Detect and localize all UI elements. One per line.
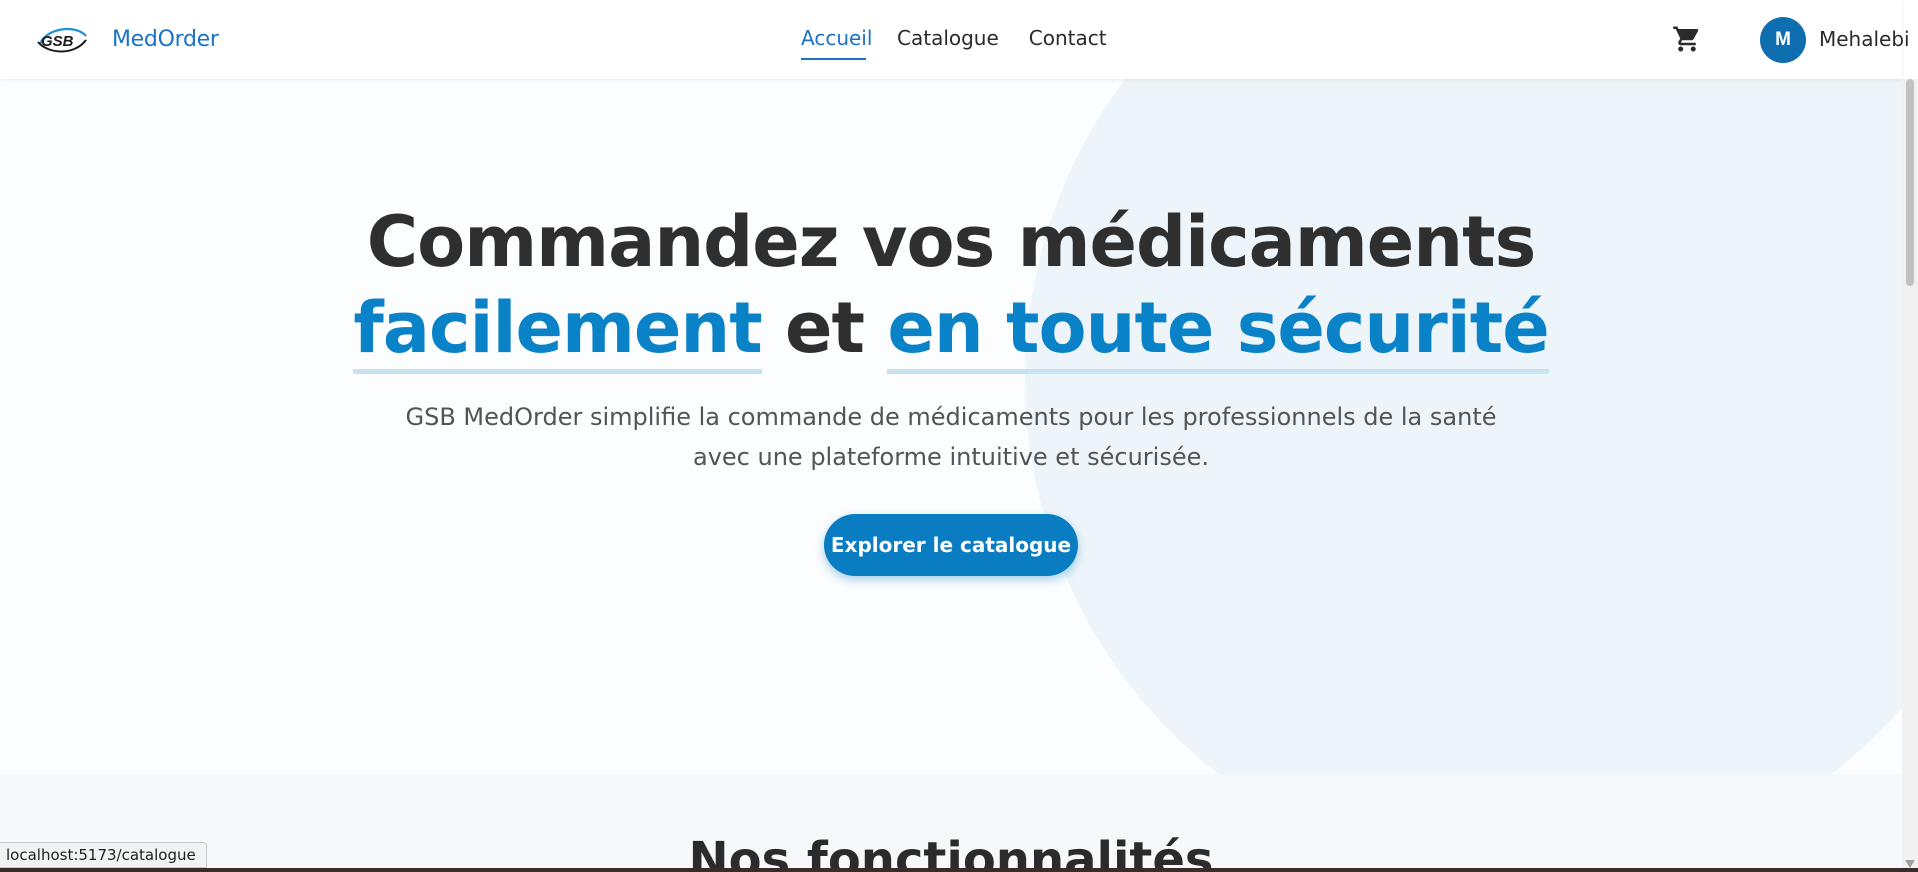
page-scrollbar[interactable] [1902, 79, 1918, 872]
hero-subtitle-line2: avec une plateforme intuitive et sécuris… [693, 443, 1209, 471]
hero-title-line1: Commandez vos médicaments [366, 201, 1536, 283]
features-section: Nos fonctionnalités [0, 774, 1902, 872]
scrollbar-thumb[interactable] [1906, 79, 1914, 286]
hero-title-connector: et [761, 287, 888, 369]
explore-catalogue-button[interactable]: Explorer le catalogue [824, 514, 1078, 576]
hero-highlight-securite: en toute sécurité [887, 287, 1550, 374]
features-title: Nos fonctionnalités [688, 832, 1214, 872]
nav-accueil[interactable]: Accueil [801, 26, 872, 60]
scroll-down-arrow-icon[interactable] [1905, 860, 1915, 868]
svg-text:GSB: GSB [41, 33, 74, 50]
avatar[interactable]: M [1760, 17, 1806, 63]
gsb-logo-icon: GSB [36, 18, 88, 60]
taskbar-edge [0, 868, 1918, 872]
top-navbar: GSB MedOrder Accueil Catalogue Contact M… [0, 0, 1910, 79]
hero-subtitle-line1: GSB MedOrder simplifie la commande de mé… [405, 403, 1497, 431]
hero-title: Commandez vos médicaments facilement et … [0, 199, 1902, 374]
main-nav: Accueil Catalogue Contact [801, 26, 1107, 60]
link-status-bar: localhost:5173/catalogue [0, 842, 207, 868]
username[interactable]: Mehalebi [1819, 27, 1910, 51]
hero-section: Commandez vos médicaments facilement et … [0, 79, 1902, 774]
hero-subtitle: GSB MedOrder simplifie la commande de mé… [0, 397, 1902, 477]
brand[interactable]: GSB MedOrder [36, 18, 219, 60]
nav-contact[interactable]: Contact [1029, 26, 1107, 60]
cart-icon[interactable] [1672, 24, 1702, 54]
nav-catalogue[interactable]: Catalogue [897, 26, 999, 60]
hero-highlight-facilement: facilement [353, 287, 763, 374]
page: GSB MedOrder Accueil Catalogue Contact M… [0, 0, 1918, 872]
brand-name: MedOrder [112, 26, 219, 52]
